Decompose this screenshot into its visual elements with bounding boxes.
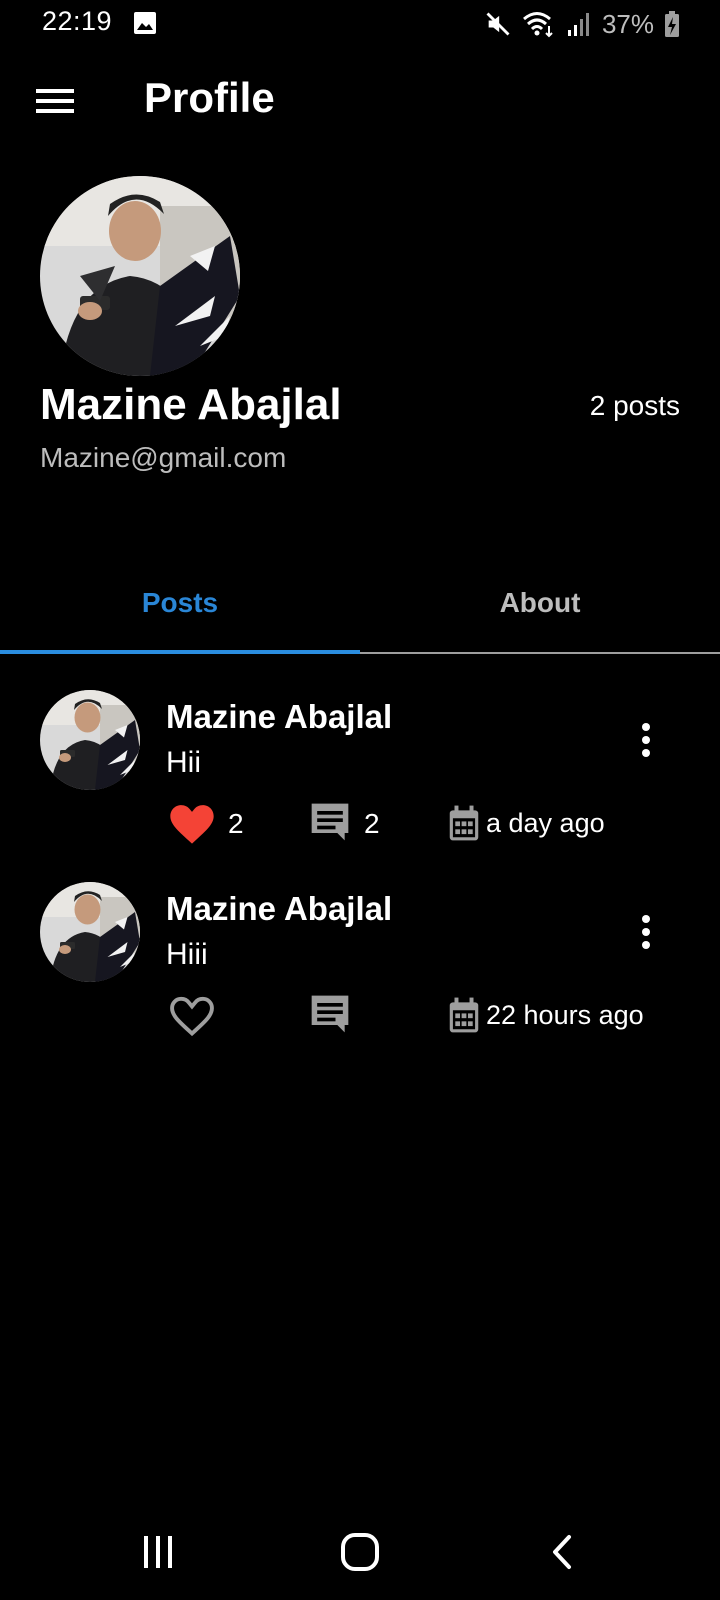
tab-about-label: About bbox=[499, 587, 581, 618]
menu-button[interactable] bbox=[30, 76, 80, 126]
app-bar: Profile bbox=[0, 60, 720, 140]
post-avatar[interactable] bbox=[40, 882, 140, 982]
post-item[interactable]: Mazine Abajlal Hii 2 2 a day ago bbox=[0, 690, 720, 860]
posts-count: 2 posts bbox=[589, 390, 680, 421]
heart-filled-icon bbox=[170, 805, 214, 844]
battery-percentage: 37% bbox=[601, 8, 654, 39]
post-more-button[interactable] bbox=[628, 718, 664, 762]
battery-charging-icon bbox=[665, 11, 679, 37]
status-time: 22:19 bbox=[42, 6, 113, 36]
hamburger-menu-icon bbox=[36, 89, 74, 113]
mute-icon bbox=[486, 12, 510, 36]
like-count: 2 bbox=[228, 808, 244, 839]
page-title: Profile bbox=[144, 74, 275, 121]
avatar-photo bbox=[40, 176, 240, 376]
calendar-icon bbox=[449, 805, 479, 841]
heart-outline-icon bbox=[170, 996, 214, 1037]
more-vertical-icon bbox=[642, 915, 650, 949]
wifi-icon bbox=[522, 12, 553, 38]
post-item[interactable]: Mazine Abajlal Hiii 22 hours ago bbox=[0, 882, 720, 1052]
profile-avatar[interactable] bbox=[40, 176, 240, 376]
like-button[interactable] bbox=[166, 798, 218, 848]
home-icon bbox=[341, 1533, 379, 1571]
post-text: Hiii bbox=[166, 938, 208, 971]
gallery-icon bbox=[134, 12, 156, 34]
tab-posts-label: Posts bbox=[141, 587, 219, 618]
system-nav-bar bbox=[0, 1500, 720, 1600]
status-icons: 37% bbox=[484, 6, 680, 42]
post-more-button[interactable] bbox=[628, 910, 664, 954]
comment-button[interactable] bbox=[308, 992, 352, 1036]
profile-tabs: Posts About bbox=[0, 560, 720, 654]
tab-about[interactable]: About bbox=[360, 560, 720, 652]
avatar-photo bbox=[40, 690, 140, 790]
more-vertical-icon bbox=[642, 723, 650, 757]
post-date: a day ago bbox=[486, 808, 605, 838]
tab-active-indicator bbox=[0, 650, 360, 654]
back-icon bbox=[553, 1535, 571, 1569]
like-button[interactable] bbox=[166, 990, 218, 1040]
post-author: Mazine Abajlal bbox=[166, 698, 393, 735]
comment-count: 2 bbox=[364, 808, 380, 839]
tab-posts[interactable]: Posts bbox=[0, 560, 360, 654]
recent-apps-button[interactable] bbox=[128, 1530, 188, 1574]
comment-icon bbox=[311, 995, 349, 1033]
calendar-icon bbox=[449, 997, 479, 1033]
avatar-photo bbox=[40, 882, 140, 982]
comment-button[interactable] bbox=[308, 800, 352, 844]
post-date: 22 hours ago bbox=[486, 1000, 644, 1030]
post-author: Mazine Abajlal bbox=[166, 890, 393, 927]
signal-icon bbox=[567, 13, 589, 36]
comment-icon bbox=[311, 803, 349, 841]
post-actions: 22 hours ago bbox=[166, 990, 686, 1040]
profile-email: Mazine@gmail.com bbox=[40, 442, 287, 473]
profile-name: Mazine Abajlal bbox=[40, 380, 342, 429]
status-bar: 22:19 37% bbox=[0, 0, 720, 48]
post-avatar[interactable] bbox=[40, 690, 140, 790]
back-button[interactable] bbox=[532, 1530, 592, 1574]
post-text: Hii bbox=[166, 746, 201, 779]
home-button[interactable] bbox=[330, 1530, 390, 1574]
recent-apps-icon bbox=[144, 1536, 172, 1568]
post-actions: 2 2 a day ago bbox=[166, 798, 686, 848]
